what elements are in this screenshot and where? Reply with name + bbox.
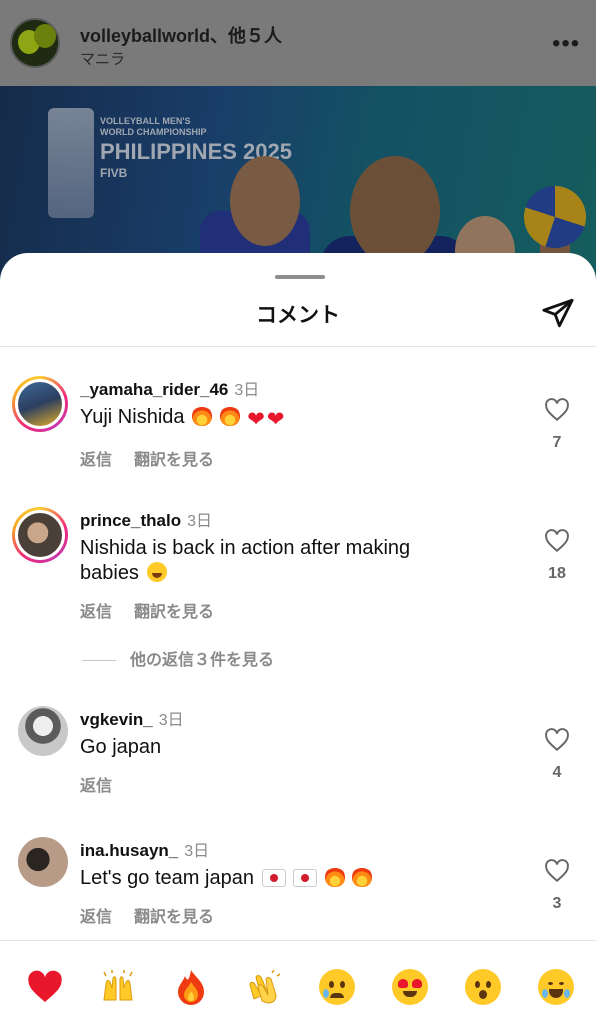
comment-actions: 返信 翻訳を見る [80,446,214,470]
see-translation-button[interactable]: 翻訳を見る [134,604,214,621]
comment-text: Go japan [80,735,500,760]
red-heart-icon: ❤ [266,408,285,431]
comment-body: Let's go team japan [80,867,254,889]
view-more-replies-button[interactable]: 他の返信３件を見る [82,646,274,670]
red-heart-icon[interactable] [23,965,67,1009]
see-translation-button[interactable]: 翻訳を見る [134,909,214,926]
comment-header: ina.husayn_ 3日 [80,837,209,861]
comment-username[interactable]: vgkevin_ [80,710,153,729]
comment-age: 3日 [184,843,210,860]
avatar[interactable] [12,376,68,432]
fire-icon [219,406,240,426]
fire-icon[interactable] [169,965,213,1009]
comment-age: 3日 [158,712,184,729]
comment-username[interactable]: _yamaha_rider_46 [80,380,228,399]
flag-japan-icon [293,869,318,887]
reply-button[interactable]: 返信 [80,604,112,621]
comment-username[interactable]: prince_thalo [80,511,181,530]
comment-age: 3日 [234,382,260,399]
reply-button[interactable]: 返信 [80,909,112,926]
like-count: 3 [552,895,562,912]
sheet-title: コメント [256,304,340,327]
more-horizontal-icon[interactable]: ••• [552,30,580,58]
comment-body-line1: Nishida is back in action after making [80,537,411,559]
face-with-tears-of-joy-icon [146,562,167,582]
comment-text: Nishida is back in action after making b… [80,536,500,586]
sheet-grabber[interactable] [275,275,325,279]
reply-button[interactable]: 返信 [80,778,112,795]
red-heart-icon: ❤ [247,408,265,431]
comment-actions: 返信 [80,772,112,796]
post-header: volleyballworld、他５人 マニラ ••• [0,0,596,86]
like-count: 7 [552,434,562,451]
fire-icon [324,867,345,887]
comment-header: vgkevin_ 3日 [80,706,184,730]
comment-body: Yuji Nishida [80,406,185,428]
like-control: 4 [536,728,578,782]
avatar[interactable] [18,706,68,756]
heart-outline-icon[interactable] [544,398,570,422]
heart-outline-icon[interactable] [544,529,570,553]
reply-button[interactable]: 返信 [80,452,112,469]
comment-text: Yuji Nishida ❤❤ [80,405,500,431]
more-replies-label: 他の返信３件を見る [130,652,275,669]
fire-icon [192,406,213,426]
see-translation-button[interactable]: 翻訳を見る [134,452,214,469]
like-count: 18 [548,565,566,582]
comment-header: prince_thalo 3日 [80,507,212,531]
like-control: 3 [536,859,578,913]
heart-outline-icon[interactable] [544,728,570,752]
comment-actions: 返信 翻訳を見る [80,903,214,927]
surprised-face-icon[interactable] [461,965,505,1009]
comment-actions: 返信 翻訳を見る [80,598,214,622]
comment-body: Go japan [80,736,162,758]
face-with-tears-of-joy-icon[interactable] [534,965,578,1009]
like-control: 7 [536,398,578,452]
comment-header: _yamaha_rider_46 3日 [80,376,259,400]
post-location[interactable]: マニラ [80,48,125,69]
post-username[interactable]: volleyballworld、他５人 [80,22,282,48]
comment-text: Let's go team japan [80,866,500,891]
comment-username[interactable]: ina.husayn_ [80,841,178,860]
clapping-hands-icon[interactable] [242,965,286,1009]
post-avatar[interactable] [10,18,60,68]
fire-icon [352,867,373,887]
comment-age: 3日 [187,513,212,530]
comment-body-line2: babies [80,562,139,584]
avatar[interactable] [12,507,68,563]
heart-outline-icon[interactable] [544,859,570,883]
avatar[interactable] [18,837,68,887]
like-count: 4 [552,764,562,781]
header-divider [0,346,596,347]
flag-japan-icon [261,869,286,887]
comments-sheet: コメント _yamaha_rider_46 3日 Yuji Nishida ❤❤ … [0,253,596,1024]
quick-reaction-bar [0,940,596,1025]
send-icon[interactable] [538,293,578,333]
crying-face-icon[interactable] [315,965,359,1009]
like-control: 18 [536,529,578,583]
raising-hands-icon[interactable] [96,965,140,1009]
heart-eyes-icon[interactable] [388,965,432,1009]
